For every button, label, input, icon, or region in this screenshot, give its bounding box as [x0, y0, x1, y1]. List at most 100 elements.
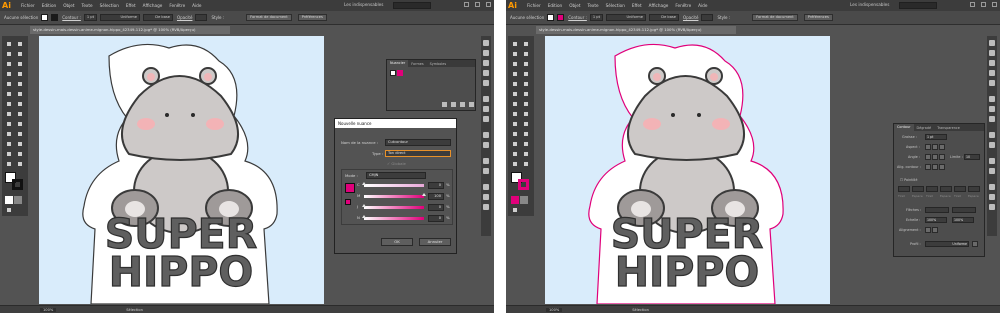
- menu-objet[interactable]: Objet: [569, 3, 580, 8]
- artboard[interactable]: SUPER HIPPO: [39, 36, 324, 305]
- shape-builder-tool-icon[interactable]: [16, 110, 24, 118]
- new-swatch-icon[interactable]: [460, 102, 465, 107]
- stroke-icon[interactable]: [483, 96, 489, 102]
- align-center-icon[interactable]: [925, 164, 931, 170]
- swatches-icon[interactable]: [989, 60, 995, 66]
- menu-objet[interactable]: Objet: [63, 3, 74, 8]
- help-search-input[interactable]: [899, 2, 937, 9]
- gradient-tool-icon[interactable]: [511, 130, 519, 138]
- symbols-icon[interactable]: [989, 80, 995, 86]
- menu-affichage[interactable]: Affichage: [143, 3, 163, 8]
- maximize-icon[interactable]: [981, 2, 986, 7]
- channel-value-field[interactable]: 100: [428, 193, 444, 200]
- symbols-icon[interactable]: [483, 80, 489, 86]
- mesh-tool-icon[interactable]: [16, 120, 24, 128]
- lasso-tool-icon[interactable]: [16, 50, 24, 58]
- channel-slider[interactable]: [362, 215, 424, 220]
- eraser-tool-icon[interactable]: [5, 90, 13, 98]
- width-tool-icon[interactable]: [16, 100, 24, 108]
- menu-fichier[interactable]: Fichier: [21, 3, 35, 8]
- arrow-tip-extend-icon[interactable]: [925, 227, 931, 233]
- dash-field[interactable]: [940, 186, 952, 192]
- graphic-styles-icon[interactable]: [483, 142, 489, 148]
- menu-fenetre[interactable]: Fenêtre: [675, 3, 691, 8]
- selection-tool-icon[interactable]: [511, 40, 519, 48]
- stroke-weight-field[interactable]: 1 pt: [83, 14, 97, 21]
- shape-builder-tool-icon[interactable]: [522, 110, 530, 118]
- rotate-tool-icon[interactable]: [16, 90, 24, 98]
- rectangle-tool-icon[interactable]: [522, 70, 530, 78]
- gradient-mode-icon[interactable]: [14, 196, 22, 204]
- artboard-tool-icon[interactable]: [522, 150, 530, 158]
- artboard[interactable]: SUPER HIPPO: [545, 36, 830, 305]
- limit-field[interactable]: 10: [964, 154, 980, 160]
- zoom-field[interactable]: 100%: [546, 307, 563, 312]
- menu-affichage[interactable]: Affichage: [649, 3, 669, 8]
- stroke-label[interactable]: Contour :: [568, 15, 587, 20]
- lasso-tool-icon[interactable]: [522, 50, 530, 58]
- swatch-none-icon[interactable]: [390, 70, 396, 76]
- color-mode-select[interactable]: CMJN: [366, 172, 426, 179]
- magic-wand-tool-icon[interactable]: [5, 50, 13, 58]
- line-style-select[interactable]: Uniforme: [605, 14, 646, 21]
- fill-swatch[interactable]: [41, 14, 49, 21]
- menu-aide[interactable]: Aide: [698, 3, 707, 8]
- graph-tool-icon[interactable]: [511, 150, 519, 158]
- preferences-button[interactable]: Préférences: [803, 14, 833, 21]
- zoom-tool-icon[interactable]: [16, 160, 24, 168]
- transparency-icon[interactable]: [483, 116, 489, 122]
- align-icon[interactable]: [989, 184, 995, 190]
- dash-field[interactable]: [898, 186, 910, 192]
- pathfinder-icon[interactable]: [483, 204, 489, 210]
- blend-tool-icon[interactable]: [5, 140, 13, 148]
- graph-tool-icon[interactable]: [5, 150, 13, 158]
- workspace-switcher[interactable]: Les indispensables: [850, 2, 889, 7]
- width-tool-icon[interactable]: [522, 100, 530, 108]
- slider-thumb[interactable]: [362, 215, 366, 218]
- hand-tool-icon[interactable]: [5, 160, 13, 168]
- ok-button[interactable]: OK: [381, 238, 413, 246]
- transparency-icon[interactable]: [989, 116, 995, 122]
- opacity-label[interactable]: Opacité: [177, 15, 192, 20]
- menu-aide[interactable]: Aide: [192, 3, 201, 8]
- swatch-name-input[interactable]: Cutcontour: [385, 139, 451, 146]
- minimize-icon[interactable]: [464, 2, 469, 7]
- rectangle-tool-icon[interactable]: [16, 70, 24, 78]
- free-transform-tool-icon[interactable]: [5, 110, 13, 118]
- document-tab[interactable]: style-dessin-mais-dessin-anime-mignon-hi…: [30, 26, 230, 34]
- artboards-icon[interactable]: [483, 168, 489, 174]
- global-checkbox[interactable]: ✓ Globale: [387, 161, 406, 166]
- miter-join-icon[interactable]: [925, 154, 931, 160]
- swatch-type-select[interactable]: Ton direct: [385, 150, 451, 157]
- end-scale-field[interactable]: 100%: [952, 217, 974, 223]
- blend-tool-icon[interactable]: [511, 140, 519, 148]
- tab-transparence[interactable]: Transparence: [934, 126, 963, 130]
- line-tool-icon[interactable]: [511, 70, 519, 78]
- symbol-sprayer-tool-icon[interactable]: [16, 140, 24, 148]
- bevel-join-icon[interactable]: [939, 154, 945, 160]
- zoom-field[interactable]: 100%: [40, 307, 57, 312]
- opacity-label[interactable]: Opacité: [683, 15, 698, 20]
- profile-select[interactable]: Uniforme: [925, 241, 969, 247]
- draw-mode-icon[interactable]: [511, 206, 519, 214]
- opacity-field[interactable]: [701, 14, 714, 21]
- align-icon[interactable]: [483, 184, 489, 190]
- menu-texte[interactable]: Texte: [588, 3, 599, 8]
- graphic-styles-icon[interactable]: [989, 142, 995, 148]
- stroke-label[interactable]: Contour :: [62, 15, 81, 20]
- color-guide-icon[interactable]: [483, 50, 489, 56]
- round-join-icon[interactable]: [932, 154, 938, 160]
- flip-profile-icon[interactable]: [972, 241, 978, 247]
- swatch-library-icon[interactable]: [442, 102, 447, 107]
- mesh-tool-icon[interactable]: [522, 120, 530, 128]
- dash-field[interactable]: [926, 186, 938, 192]
- draw-mode-icon[interactable]: [5, 206, 13, 214]
- dashed-checkbox[interactable]: ☐ Pointillé: [900, 178, 917, 182]
- appearance-icon[interactable]: [483, 132, 489, 138]
- menu-effet[interactable]: Effet: [632, 3, 642, 8]
- stroke-swatch[interactable]: [557, 14, 565, 21]
- line-tool-icon[interactable]: [5, 70, 13, 78]
- stroke-swatch[interactable]: [51, 14, 59, 21]
- paintbrush-tool-icon[interactable]: [5, 80, 13, 88]
- color-panel-icon[interactable]: [989, 40, 995, 46]
